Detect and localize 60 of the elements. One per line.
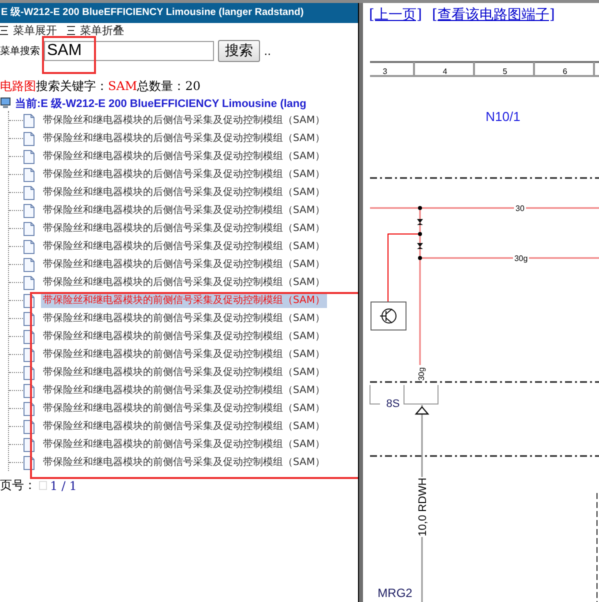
triangle-icon [414, 406, 430, 415]
column-number: 3 [382, 67, 388, 76]
search-button[interactable]: 搜索 [218, 40, 260, 62]
small-box-icon [39, 481, 47, 490]
nav-link[interactable]: [上一页] [369, 7, 422, 23]
window-title: E 级-W212-E 200 BlueEFFICIENCY Limousine (langer Radstand) [0, 3, 358, 23]
nav-link[interactable]: [查看该电路图端子] [432, 7, 555, 23]
document-icon [23, 257, 35, 271]
tree-item[interactable]: 带保险丝和继电器模块的前侧信号采集及促动控制模组（SAM） [41, 346, 328, 362]
highlight-frame [42, 36, 96, 74]
ground-label: MRG2 [378, 586, 412, 600]
trailing-dots: .. [264, 44, 271, 58]
tree-item[interactable]: 带保险丝和继电器模块的后侧信号采集及促动控制模组（SAM） [41, 202, 328, 218]
computer-icon [0, 97, 12, 109]
document-icon [23, 149, 35, 163]
tree-item[interactable]: 带保险丝和继电器模块的后侧信号采集及促动控制模组（SAM） [41, 220, 328, 236]
tree-item[interactable]: 带保险丝和继电器模块的后侧信号采集及促动控制模组（SAM） [41, 130, 328, 146]
document-icon [23, 167, 35, 181]
tree-item[interactable]: 带保险丝和继电器模块的前侧信号采集及促动控制模组（SAM） [41, 418, 328, 434]
menu-action-link[interactable]: 菜单折叠 [67, 23, 124, 38]
search-field[interactable]: SAM [44, 41, 214, 61]
wire-label: 30g [514, 254, 528, 263]
transistor-icon [370, 302, 406, 330]
tree-item[interactable]: 带保险丝和继电器模块的后侧信号采集及促动控制模组（SAM） [41, 112, 328, 128]
diode-icon [417, 219, 423, 249]
document-icon [23, 275, 35, 289]
tree-item[interactable]: 带保险丝和继电器模块的前侧信号采集及促动控制模组（SAM） [41, 436, 328, 452]
tree-item[interactable]: 带保险丝和继电器模块的后侧信号采集及促动控制模组（SAM） [41, 166, 328, 182]
wire-label: 30 [516, 204, 524, 213]
column-number: 6 [562, 67, 568, 76]
column-number: 5 [502, 67, 508, 76]
connector-label: 8S [386, 398, 400, 410]
junction-dot [418, 206, 422, 260]
tree-root-label[interactable]: 当前:E 级-W212-E 200 BlueEFFICIENCY Limousine (lang [15, 96, 306, 110]
column-number: 4 [442, 67, 448, 76]
tree-item[interactable]: 带保险丝和继电器模块的前侧信号采集及促动控制模组（SAM） [41, 328, 328, 344]
tree-item[interactable]: 带保险丝和继电器模块的前侧信号采集及促动控制模组（SAM） [41, 364, 328, 380]
component-label: N10/1 [486, 109, 520, 124]
document-icon [23, 131, 35, 145]
search-summary: 电路图搜索关键字：SAM总数量：20 [0, 78, 202, 95]
menu-action-link[interactable]: 菜单展开 [0, 23, 57, 38]
document-icon [23, 113, 35, 127]
tree-item[interactable]: 带保险丝和继电器模块的前侧信号采集及促动控制模组（SAM） [41, 382, 328, 398]
tree-item[interactable]: 带保险丝和继电器模块的前侧信号采集及促动控制模组（SAM） [41, 454, 328, 470]
tree-item[interactable]: 带保险丝和继电器模块的后侧信号采集及促动控制模组（SAM） [41, 274, 328, 290]
tree-item[interactable]: 带保险丝和继电器模块的后侧信号采集及促动控制模组（SAM） [41, 256, 328, 272]
search-label: 菜单搜索 [0, 44, 40, 58]
tree-item[interactable]: 带保险丝和继电器模块的后侧信号采集及促动控制模组（SAM） [41, 184, 328, 200]
document-icon [23, 239, 35, 253]
page-number: 1 / 1 [50, 478, 77, 492]
tree-item[interactable]: 带保险丝和继电器模块的前侧信号采集及促动控制模组（SAM） [41, 310, 328, 326]
tree-item[interactable]: 带保险丝和继电器模块的前侧信号采集及促动控制模组（SAM） [41, 400, 328, 416]
document-icon [23, 203, 35, 217]
wire-code-label: 10,0 RDWH [417, 478, 429, 536]
document-icon [23, 185, 35, 199]
tree-item[interactable]: 带保险丝和继电器模块的后侧信号采集及促动控制模组（SAM） [41, 148, 328, 164]
pin-label: 30g [417, 367, 426, 381]
document-icon [23, 221, 35, 235]
page-label: 页号： [0, 477, 36, 494]
tree-item[interactable]: 带保险丝和继电器模块的后侧信号采集及促动控制模组（SAM） [41, 238, 328, 254]
